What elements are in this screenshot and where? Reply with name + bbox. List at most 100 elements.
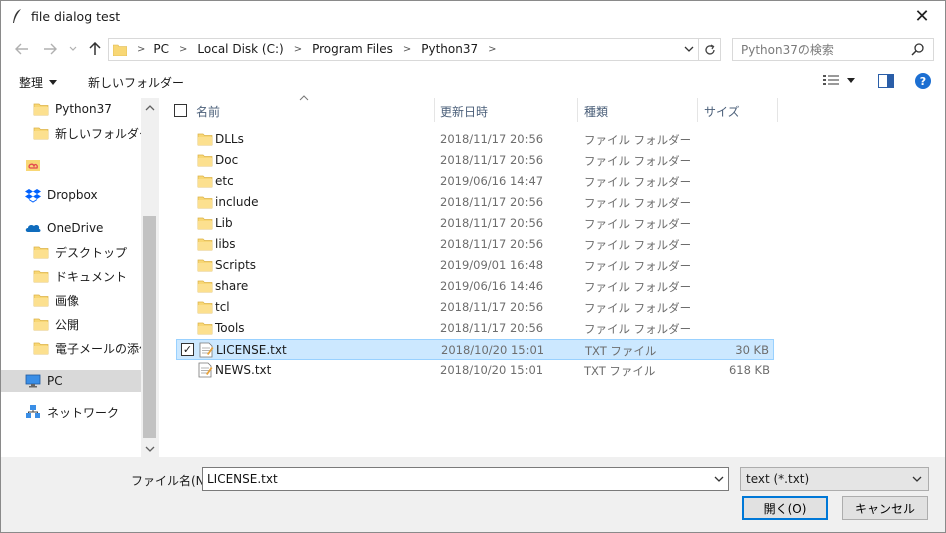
close-button[interactable]: ✕: [899, 1, 945, 32]
file-type: ファイル フォルダー: [584, 322, 692, 336]
column-divider[interactable]: [697, 98, 698, 122]
folder-icon: [33, 268, 49, 284]
scroll-down-icon[interactable]: [141, 441, 159, 457]
file-size: 618 KB: [728, 363, 770, 377]
file-row[interactable]: Doc 2018/11/17 20:56 ファイル フォルダー: [176, 150, 774, 171]
file-name: Tools: [215, 321, 245, 335]
address-bar[interactable]: > PC > Local Disk (C:) > Program Files >…: [108, 38, 699, 61]
pc-icon: [25, 373, 41, 389]
nav-item-6[interactable]: ドキュメント: [1, 265, 141, 287]
column-divider[interactable]: [777, 98, 778, 122]
file-row[interactable]: NEWS.txt 2018/10/20 15:01 TXT ファイル 618 KB: [176, 360, 774, 381]
folder-icon: [197, 131, 213, 147]
nav-item-label: 公開: [55, 317, 80, 332]
breadcrumb-separator-icon[interactable]: >: [294, 44, 302, 55]
breadcrumb-local-disk[interactable]: Local Disk (C:): [197, 42, 283, 56]
row-checkbox[interactable]: ✓: [181, 343, 194, 356]
breadcrumb-separator-icon[interactable]: >: [179, 44, 187, 55]
nav-item-2[interactable]: [1, 154, 141, 176]
file-type: ファイル フォルダー: [584, 259, 692, 273]
filename-combobox[interactable]: [202, 467, 729, 491]
chevron-down-icon[interactable]: [684, 42, 694, 56]
nav-item-11[interactable]: ネットワーク: [1, 401, 141, 423]
file-name: NEWS.txt: [215, 363, 272, 377]
dropbox-icon: [25, 187, 41, 203]
folder-icon: [197, 194, 213, 210]
nav-item-5[interactable]: デスクトップ: [1, 241, 141, 263]
file-row[interactable]: tcl 2018/11/17 20:56 ファイル フォルダー: [176, 297, 774, 318]
window-title: file dialog test: [31, 9, 121, 24]
file-date: 2018/11/17 20:56: [440, 216, 544, 230]
file-name: libs: [215, 237, 236, 251]
open-button[interactable]: 開く(O): [742, 496, 828, 520]
column-divider[interactable]: [434, 98, 435, 122]
back-button[interactable]: [13, 40, 31, 58]
nav-item-8[interactable]: 公開: [1, 313, 141, 335]
change-view-button[interactable]: [823, 74, 855, 86]
caret-down-icon: [847, 77, 855, 83]
details-view-icon: [823, 75, 839, 85]
column-date-header[interactable]: 更新日時: [440, 103, 488, 120]
folder-icon: [33, 340, 49, 356]
select-all-checkbox[interactable]: [174, 104, 187, 117]
file-name: include: [215, 195, 259, 209]
nav-item-label: PC: [47, 374, 63, 388]
cancel-button[interactable]: キャンセル: [842, 496, 928, 520]
file-row[interactable]: include 2018/11/17 20:56 ファイル フォルダー: [176, 192, 774, 213]
filetype-select[interactable]: text (*.txt): [740, 467, 929, 491]
nav-scrollbar-thumb[interactable]: [143, 216, 156, 438]
navigation-pane: Python37 新しいフォルダー (7 Dropbox OneDrive デスクトップ…: [1, 98, 159, 457]
file-row[interactable]: DLLs 2018/11/17 20:56 ファイル フォルダー: [176, 129, 774, 150]
refresh-button[interactable]: [699, 38, 721, 61]
onedrive-icon: [25, 220, 41, 236]
nav-scrollbar[interactable]: [141, 98, 159, 457]
folder-icon: [197, 320, 213, 336]
file-type: ファイル フォルダー: [584, 280, 692, 294]
file-type: ファイル フォルダー: [584, 238, 692, 252]
forward-button[interactable]: [41, 40, 59, 58]
organize-button[interactable]: 整理: [19, 74, 58, 91]
breadcrumb-program-files[interactable]: Program Files: [312, 42, 393, 56]
folder-icon: [197, 152, 213, 168]
nav-item-0[interactable]: Python37: [1, 98, 141, 120]
column-size-header[interactable]: サイズ: [704, 103, 740, 120]
file-date: 2018/11/17 20:56: [440, 300, 544, 314]
file-row[interactable]: libs 2018/11/17 20:56 ファイル フォルダー: [176, 234, 774, 255]
sort-up-icon: [299, 95, 309, 101]
nav-item-1[interactable]: 新しいフォルダー (7: [1, 122, 141, 144]
column-header: 名前 更新日時 種類 サイズ: [159, 95, 945, 122]
file-row[interactable]: share 2019/06/16 14:46 ファイル フォルダー: [176, 276, 774, 297]
file-row[interactable]: Scripts 2019/09/01 16:48 ファイル フォルダー: [176, 255, 774, 276]
help-icon[interactable]: ?: [915, 73, 931, 89]
breadcrumb-separator-icon[interactable]: >: [488, 44, 496, 55]
breadcrumb-separator-icon[interactable]: >: [403, 44, 411, 55]
file-row[interactable]: etc 2019/06/16 14:47 ファイル フォルダー: [176, 171, 774, 192]
file-row[interactable]: Tools 2018/11/17 20:56 ファイル フォルダー: [176, 318, 774, 339]
nav-item-10[interactable]: PC: [1, 370, 141, 392]
column-name-header[interactable]: 名前: [196, 103, 220, 120]
nav-item-9[interactable]: 電子メールの添付: [1, 337, 141, 359]
file-row[interactable]: Lib 2018/11/17 20:56 ファイル フォルダー: [176, 213, 774, 234]
nav-item-label: ドキュメント: [55, 269, 128, 284]
search-input[interactable]: [733, 39, 903, 60]
breadcrumb-python37[interactable]: Python37: [421, 42, 478, 56]
nav-item-4[interactable]: OneDrive: [1, 217, 141, 239]
new-folder-button[interactable]: 新しいフォルダー: [88, 74, 184, 91]
search-box[interactable]: [732, 38, 934, 61]
file-name: Doc: [215, 153, 239, 167]
breadcrumb-pc[interactable]: PC: [153, 42, 169, 56]
preview-pane-icon[interactable]: [878, 74, 894, 88]
filename-input[interactable]: [203, 468, 703, 490]
up-button[interactable]: [86, 40, 104, 58]
search-icon[interactable]: [911, 42, 925, 56]
file-row[interactable]: ✓ LICENSE.txt 2018/10/20 15:01 TXT ファイル 30 K…: [176, 339, 774, 360]
nav-item-3[interactable]: Dropbox: [1, 184, 141, 206]
breadcrumb-separator-icon[interactable]: >: [137, 44, 145, 55]
file-date: 2018/11/17 20:56: [440, 237, 544, 251]
column-divider[interactable]: [577, 98, 578, 122]
chevron-down-icon[interactable]: [714, 472, 724, 486]
recent-locations-button[interactable]: [67, 40, 79, 58]
scroll-up-icon[interactable]: [141, 100, 159, 116]
nav-item-7[interactable]: 画像: [1, 289, 141, 311]
column-type-header[interactable]: 種類: [584, 103, 608, 120]
